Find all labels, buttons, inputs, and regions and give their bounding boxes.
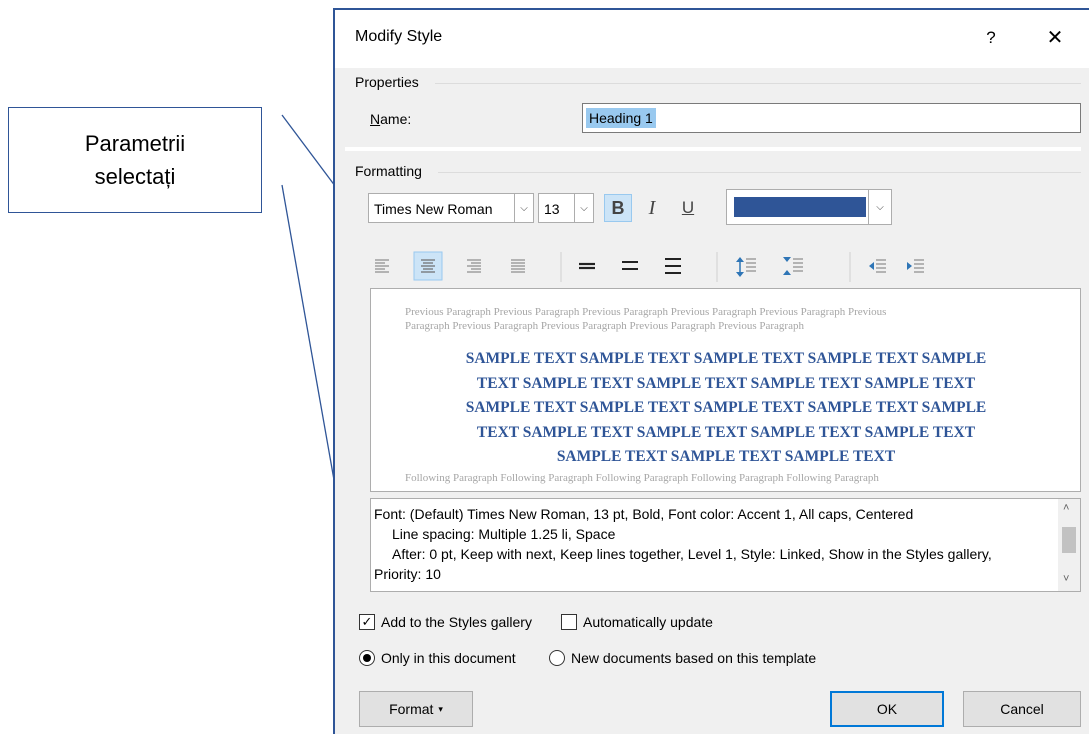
- previous-paragraph-line1: Previous Paragraph Previous Paragraph Pr…: [405, 306, 887, 318]
- properties-separator: [435, 83, 1081, 84]
- formatting-divider: [345, 147, 1081, 151]
- increase-paragraph-spacing-icon[interactable]: [736, 257, 756, 277]
- add-to-gallery-label: Add to the Styles gallery: [381, 614, 532, 630]
- font-name-value: Times New Roman: [374, 201, 493, 217]
- font-color-swatch: [734, 197, 866, 217]
- sample-line: TEXT SAMPLE TEXT SAMPLE TEXT SAMPLE TEXT…: [476, 423, 976, 441]
- format-button-label: Format: [389, 701, 434, 717]
- single-spacing-icon[interactable]: [579, 262, 595, 270]
- chevron-down-icon: ⌵: [868, 190, 891, 224]
- help-button[interactable]: ?: [971, 22, 1011, 54]
- name-input[interactable]: Heading 1: [582, 103, 1081, 133]
- callout-line2: selectați: [94, 164, 176, 189]
- format-button[interactable]: Format ▾: [359, 691, 473, 727]
- justify-icon[interactable]: [511, 259, 525, 273]
- paragraph-toolbar: [375, 251, 924, 282]
- chevron-down-icon: ⌵: [514, 194, 533, 222]
- auto-update-label: Automatically update: [583, 614, 713, 630]
- sample-line: SAMPLE TEXT SAMPLE TEXT SAMPLE TEXT SAMP…: [465, 350, 987, 367]
- only-this-document-label: Only in this document: [381, 650, 516, 666]
- formatting-group-label: Formatting: [355, 163, 422, 179]
- scroll-down-icon[interactable]: ˅: [1063, 573, 1069, 585]
- only-this-document-radio[interactable]: [359, 650, 375, 666]
- decrease-paragraph-spacing-icon[interactable]: [783, 257, 803, 275]
- ok-button[interactable]: OK: [830, 691, 944, 727]
- description-line: After: 0 pt, Keep with next, Keep lines …: [392, 546, 992, 562]
- one-half-spacing-icon[interactable]: [622, 261, 638, 270]
- dialog-title: Modify Style: [355, 28, 443, 45]
- italic-button[interactable]: I: [638, 194, 666, 222]
- description-line: Priority: 10: [374, 566, 441, 582]
- close-button[interactable]: ✕: [1035, 22, 1075, 54]
- chevron-down-icon: ⌵: [574, 194, 593, 222]
- scrollbar-thumb[interactable]: [1062, 527, 1076, 553]
- callout-box: Parametrii selectați: [8, 107, 262, 213]
- sample-text: SAMPLE TEXT SAMPLE TEXT SAMPLE TEXT SAMP…: [391, 347, 1061, 470]
- sample-line: TEXT SAMPLE TEXT SAMPLE TEXT SAMPLE TEXT…: [476, 374, 976, 392]
- scroll-up-icon[interactable]: ˄: [1063, 502, 1069, 514]
- new-documents-radio[interactable]: [549, 650, 565, 666]
- auto-update-checkbox[interactable]: [561, 614, 577, 630]
- description-line: Line spacing: Multiple 1.25 li, Space: [392, 526, 616, 542]
- decrease-indent-icon[interactable]: [869, 259, 886, 273]
- properties-group-label: Properties: [355, 74, 419, 90]
- sample-line: SAMPLE TEXT SAMPLE TEXT SAMPLE TEXT SAMP…: [465, 399, 987, 416]
- add-to-gallery-checkbox[interactable]: ✓: [359, 614, 375, 630]
- font-size-value: 13: [544, 201, 560, 217]
- font-size-combo[interactable]: 13 ⌵: [538, 193, 594, 223]
- style-preview: Previous Paragraph Previous Paragraph Pr…: [370, 288, 1081, 492]
- dropdown-arrow-icon: ▾: [438, 703, 443, 714]
- modify-style-dialog: Modify Style ? ✕ Properties Name: Headin…: [333, 8, 1089, 734]
- underline-button[interactable]: U: [674, 194, 702, 222]
- font-color-combo[interactable]: ⌵: [726, 189, 892, 225]
- cancel-button[interactable]: Cancel: [963, 691, 1081, 727]
- align-left-icon[interactable]: [375, 259, 389, 273]
- description-text: Font: (Default) Times New Roman, 13 pt, …: [374, 504, 1054, 584]
- style-description[interactable]: Font: (Default) Times New Roman, 13 pt, …: [370, 498, 1081, 592]
- description-scrollbar[interactable]: ˄ ˅: [1058, 499, 1080, 591]
- sample-line: SAMPLE TEXT SAMPLE TEXT SAMPLE TEXT: [556, 448, 896, 465]
- new-documents-label: New documents based on this template: [571, 650, 817, 666]
- name-label-rest: ame:: [380, 111, 412, 127]
- font-name-combo[interactable]: Times New Roman ⌵: [368, 193, 534, 223]
- following-paragraph-line: Following Paragraph Following Paragraph …: [405, 472, 879, 484]
- double-spacing-icon[interactable]: [665, 258, 681, 274]
- name-input-value: Heading 1: [586, 108, 656, 128]
- callout-line1: Parametrii: [84, 131, 186, 156]
- previous-paragraph-line2: Paragraph Previous Paragraph Previous Pa…: [405, 320, 804, 332]
- increase-indent-icon[interactable]: [907, 259, 924, 273]
- name-label: Name:: [370, 111, 412, 127]
- title-bar: Modify Style ? ✕: [335, 10, 1089, 68]
- formatting-separator: [438, 172, 1081, 173]
- align-right-icon[interactable]: [467, 259, 481, 273]
- description-line: Font: (Default) Times New Roman, 13 pt, …: [374, 506, 914, 522]
- bold-button[interactable]: B: [604, 194, 632, 222]
